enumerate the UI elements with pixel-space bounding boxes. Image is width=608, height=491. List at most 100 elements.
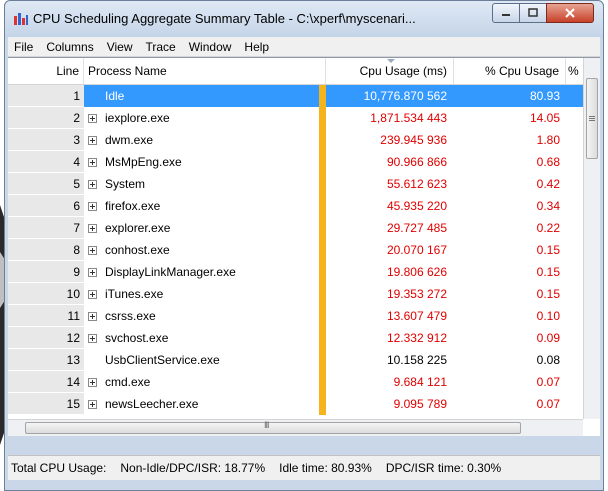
column-header-cpu-usage[interactable]: Cpu Usage (ms) [326,58,454,84]
plus-icon [87,180,97,189]
line-number: 1 [73,89,80,103]
cpu-usage-value: 55.612 623 [386,177,447,191]
plus-icon [87,158,97,167]
column-header-pct-cpu[interactable]: % Cpu Usage [454,58,566,84]
group-indicator-bar [319,85,326,107]
process-name: Idle [105,89,125,103]
plus-icon [87,136,97,145]
expand-button[interactable] [84,283,100,305]
maximize-button[interactable] [519,3,547,23]
pct-cpu-value: 0.15 [536,243,560,257]
table-row[interactable]: 8 conhost.exe 20.070 167 0.15 [8,239,583,261]
table-row[interactable]: 9 DisplayLinkManager.exe 19.806 626 0.15 [8,261,583,283]
plus-icon [87,202,97,211]
group-indicator-bar [319,327,326,349]
status-total-label: Total CPU Usage: [11,461,107,475]
plus-icon [87,312,97,321]
cpu-usage-value: 12.332 912 [386,331,447,345]
column-header-process-name[interactable]: Process Name [84,58,326,84]
cpu-usage-value: 1,871.534 443 [370,111,447,125]
table-row[interactable]: 6 firefox.exe 45.935 220 0.34 [8,195,583,217]
cpu-usage-value: 239.945 936 [380,133,447,147]
column-header-cpu-usage-label: Cpu Usage (ms) [359,64,447,78]
expand-button[interactable] [84,327,100,349]
pct-cpu-value: 0.42 [536,177,560,191]
expand-button[interactable] [84,305,100,327]
plus-icon [87,246,97,255]
expand-button[interactable] [84,173,100,195]
menu-file[interactable]: File [8,40,40,54]
table-row[interactable]: 5 System 55.612 623 0.42 [8,173,583,195]
title-bar[interactable]: CPU Scheduling Aggregate Summary Table -… [5,1,603,37]
cpu-usage-value: 29.727 485 [386,221,447,235]
menu-columns[interactable]: Columns [40,40,100,54]
group-indicator-bar [319,129,326,151]
group-indicator-bar [319,217,326,239]
table-row[interactable]: 15 newsLeecher.exe 9.095 789 0.07 [8,393,583,415]
line-number: 6 [73,199,80,213]
pct-cpu-value: 0.07 [536,375,560,389]
vertical-scrollbar[interactable] [583,58,600,419]
cpu-usage-value: 10.158 225 [386,353,447,367]
table-row[interactable]: 3 dwm.exe 239.945 936 1.80 [8,129,583,151]
group-indicator-bar [319,283,326,305]
expand-button[interactable] [84,195,100,217]
vertical-scroll-thumb[interactable] [586,78,598,159]
minimize-icon [502,14,510,16]
table-row[interactable]: 13 UsbClientService.exe 10.158 225 0.08 [8,349,583,371]
line-number: 12 [66,331,80,345]
app-window: CPU Scheduling Aggregate Summary Table -… [4,0,604,491]
menu-window[interactable]: Window [183,40,239,54]
cpu-usage-value: 90.966 866 [386,155,447,169]
expand-button[interactable] [84,217,100,239]
table-row[interactable]: 12 svchost.exe 12.332 912 0.09 [8,327,583,349]
expand-button[interactable] [84,371,100,393]
menu-view[interactable]: View [101,40,140,54]
table-row[interactable]: 10 iTunes.exe 19.353 272 0.15 [8,283,583,305]
menu-trace[interactable]: Trace [140,40,183,54]
close-icon [565,8,575,18]
column-header-line[interactable]: Line [8,58,84,84]
process-name: DisplayLinkManager.exe [105,265,236,279]
table-row[interactable]: 14 cmd.exe 9.684 121 0.07 [8,371,583,393]
cpu-usage-value: 13.607 479 [386,309,447,323]
plus-icon [87,400,97,409]
summary-table: Line Process Name Cpu Usage (ms) % Cpu U… [8,57,600,436]
plus-icon [87,290,97,299]
grip-icon [589,116,595,121]
expand-button[interactable] [84,129,100,151]
group-indicator-bar [319,261,326,283]
horizontal-scroll-thumb[interactable]: III [25,420,521,434]
table-row[interactable]: 7 explorer.exe 29.727 485 0.22 [8,217,583,239]
sort-arrow-icon [387,59,395,63]
group-indicator-bar [319,195,326,217]
table-row[interactable]: 1 Idle 10,776.870 562 80.93 [8,85,583,107]
table-row[interactable]: 11 csrss.exe 13.607 479 0.10 [8,305,583,327]
column-header-extra[interactable]: % [566,58,583,84]
pct-cpu-value: 0.07 [536,397,560,411]
close-button[interactable] [546,3,594,23]
line-number: 9 [73,265,80,279]
table-row[interactable]: 2 iexplore.exe 1,871.534 443 14.05 [8,107,583,129]
menu-help[interactable]: Help [238,40,276,54]
expand-button[interactable] [84,239,100,261]
expand-button[interactable] [84,151,100,173]
pct-cpu-value: 0.22 [536,221,560,235]
process-name: conhost.exe [105,243,170,257]
window-title: CPU Scheduling Aggregate Summary Table -… [33,11,416,26]
pct-cpu-value: 14.05 [529,111,560,125]
status-dpc-isr: DPC/ISR time: 0.30% [385,461,502,475]
line-number: 13 [66,353,80,367]
group-indicator-bar [319,173,326,195]
pct-cpu-value: 1.80 [536,133,560,147]
horizontal-scrollbar[interactable]: III [8,419,583,436]
process-name: MsMpEng.exe [105,155,182,169]
expand-button[interactable] [84,261,100,283]
expand-button[interactable] [84,393,100,415]
status-bar: Total CPU Usage: Non-Idle/DPC/ISR: 18.77… [8,455,600,480]
plus-icon [87,268,97,277]
expand-button[interactable] [84,107,100,129]
minimize-button[interactable] [492,3,520,23]
line-number: 3 [73,133,80,147]
table-row[interactable]: 4 MsMpEng.exe 90.966 866 0.68 [8,151,583,173]
